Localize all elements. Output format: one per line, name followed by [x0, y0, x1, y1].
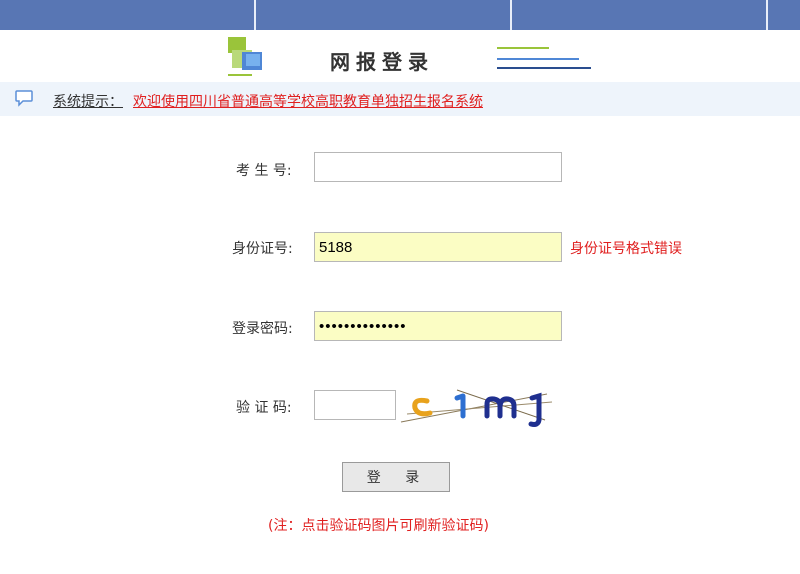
- id-card-input[interactable]: [314, 232, 562, 262]
- captcha-refresh-note: (注：点击验证码图片可刷新验证码): [268, 518, 489, 534]
- chat-bubble-icon: [15, 90, 33, 107]
- notice-message-link[interactable]: 欢迎使用四川省普通高等学校高职教育单独招生报名系统: [133, 91, 483, 111]
- candidate-number-label: 考 生 号:: [236, 163, 292, 179]
- captcha-input[interactable]: [314, 390, 396, 420]
- system-notice-bar: 系统提示： 欢迎使用四川省普通高等学校高职教育单独招生报名系统: [0, 82, 800, 116]
- decorative-line: [497, 58, 579, 60]
- logo-icon: [228, 37, 266, 77]
- candidate-number-input[interactable]: [314, 152, 562, 182]
- page-title: 网报登录: [330, 50, 434, 74]
- nav-divider: [254, 0, 256, 30]
- login-button[interactable]: 登 录: [342, 462, 450, 492]
- decorative-line: [497, 67, 591, 69]
- id-card-error-text: 身份证号格式错误: [570, 241, 682, 257]
- notice-label: 系统提示：: [53, 94, 123, 110]
- id-card-label: 身份证号:: [232, 241, 293, 257]
- password-label: 登录密码:: [232, 321, 293, 337]
- nav-divider: [766, 0, 768, 30]
- top-nav-bar: [0, 0, 800, 30]
- password-input[interactable]: [314, 311, 562, 341]
- captcha-label: 验 证 码:: [236, 400, 292, 416]
- captcha-image[interactable]: c1mj: [397, 384, 557, 428]
- decorative-line: [497, 47, 549, 49]
- nav-divider: [510, 0, 512, 30]
